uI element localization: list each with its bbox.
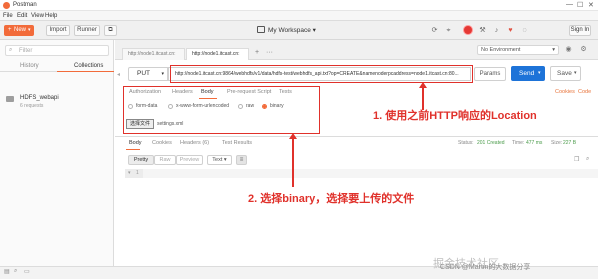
response-tab-headers[interactable]: Headers (6) <box>180 140 209 146</box>
menu-file[interactable]: File <box>3 13 13 19</box>
code-link[interactable]: Code <box>578 89 591 95</box>
menu-help[interactable]: Help <box>45 13 57 19</box>
save-button-label: Save <box>557 70 572 77</box>
request-tab-1-label: http://node1.itcast.cn: <box>128 51 176 57</box>
environment-select[interactable]: No Environment ▾ <box>477 45 559 55</box>
response-tab-test-results[interactable]: Test Results <box>222 140 252 146</box>
chevron-down-icon: ▾ <box>574 70 577 76</box>
size-label: Size: <box>551 140 563 146</box>
menu-bar: File Edit View Help <box>0 11 598 21</box>
close-icon[interactable]: ✕ <box>588 1 594 9</box>
search-icon: ⌕ <box>9 47 13 53</box>
wrench-icon[interactable]: ⚒ <box>478 26 487 35</box>
chevron-down-icon: ▾ <box>161 71 164 77</box>
environment-selected: No Environment <box>481 47 521 53</box>
tab-history[interactable]: History <box>20 63 39 69</box>
heart-icon[interactable]: ♥ <box>506 26 515 35</box>
filter-placeholder: Filter <box>19 48 33 54</box>
sync-status-icon[interactable]: ◌ <box>520 26 529 35</box>
params-button[interactable]: Params <box>474 67 506 81</box>
annotation-arrow-line <box>292 138 294 187</box>
status-label: Status: <box>458 140 474 146</box>
satellite-icon[interactable]: ⌖ <box>444 26 453 35</box>
url-highlight-box <box>170 65 473 83</box>
title-bar: Postman — ☐ ✕ <box>0 0 598 11</box>
copy-icon[interactable]: ❐ <box>574 156 579 163</box>
filter-input[interactable]: ⌕ Filter <box>5 45 109 56</box>
sign-in-button[interactable]: Sign In <box>569 25 591 36</box>
sidebar <box>0 40 114 279</box>
window-title: Postman <box>13 2 37 8</box>
folder-icon <box>6 96 14 102</box>
new-button-label: New <box>14 27 27 33</box>
workspace-grid-icon <box>257 26 265 33</box>
console-icon[interactable]: ▭ <box>24 268 30 275</box>
new-button[interactable]: + New ▾ <box>4 25 34 36</box>
minimize-icon[interactable]: — <box>566 1 573 8</box>
body-highlight-box <box>123 86 320 134</box>
time-value: 477 ms <box>526 140 543 146</box>
request-tab-1[interactable]: http://node1.itcast.cn: <box>122 48 185 60</box>
annotation-note-1: 1. 使用之前HTTP响应的Location <box>373 110 537 122</box>
runner-button[interactable]: Runner <box>74 25 100 36</box>
method-select[interactable]: PUT ▾ <box>128 67 168 81</box>
menu-view[interactable]: View <box>31 13 44 19</box>
import-button[interactable]: Import <box>46 25 70 36</box>
watermark-csdn: CSDN @Martin的大数据分享 <box>440 264 531 271</box>
new-window-button[interactable]: ⧉ <box>104 25 117 36</box>
format-raw-button[interactable]: Raw <box>154 155 176 165</box>
cookies-link[interactable]: Cookies <box>555 89 575 95</box>
search-icon[interactable]: ⌕ <box>586 156 589 163</box>
send-button[interactable]: Send ▾ <box>511 66 545 81</box>
editor-gutter: ▾ 1 <box>125 169 143 178</box>
response-separator <box>115 136 598 137</box>
fold-arrow-icon: ▾ <box>128 170 131 176</box>
chevron-down-icon: ▾ <box>552 47 555 53</box>
new-window-icon: ⧉ <box>108 27 113 33</box>
response-editor[interactable] <box>125 169 598 178</box>
format-preview-button[interactable]: Preview <box>176 155 203 165</box>
format-type-select[interactable]: Text ▾ <box>207 155 232 165</box>
send-button-label: Send <box>519 70 535 77</box>
status-value: 201 Created <box>477 140 505 146</box>
new-tab-plus-icon[interactable]: + <box>255 49 259 56</box>
menu-edit[interactable]: Edit <box>17 13 27 19</box>
chevron-down-icon: ▾ <box>28 27 31 33</box>
request-tab-2[interactable]: http://node1.itcast.cn: <box>186 48 249 60</box>
collapse-arrow-icon[interactable]: ◂ <box>117 71 120 78</box>
response-tab-body[interactable]: Body <box>129 140 142 146</box>
chevron-down-icon: ▾ <box>538 70 541 76</box>
line-number: 1 <box>136 170 139 176</box>
time-label: Time: <box>512 140 525 146</box>
environment-quick-look-icon[interactable]: ◉ <box>563 45 574 55</box>
format-pretty-button[interactable]: Pretty <box>128 155 154 165</box>
sync-icon[interactable]: ⟳ <box>430 26 439 35</box>
tab-collections[interactable]: Collections <box>74 63 103 69</box>
workspace-switcher[interactable]: My Workspace ▾ <box>268 26 316 34</box>
manage-environments-gear-icon[interactable]: ⚙ <box>578 45 589 55</box>
more-tabs-icon[interactable]: ··· <box>266 49 273 56</box>
plus-icon: + <box>8 27 12 33</box>
request-tab-2-label: http://node1.itcast.cn: <box>192 51 240 57</box>
record-icon[interactable] <box>463 25 473 35</box>
sidebar-toggle-icon[interactable]: ▤ <box>4 268 10 275</box>
save-button[interactable]: Save ▾ <box>550 66 581 81</box>
annotation-note-2: 2. 选择binary，选择要上传的文件 <box>248 193 415 205</box>
postman-logo-icon <box>3 2 10 9</box>
response-active-tab-indicator <box>126 149 140 150</box>
response-tab-cookies[interactable]: Cookies <box>152 140 172 146</box>
active-tab-indicator <box>57 71 114 72</box>
maximize-icon[interactable]: ☐ <box>577 1 583 9</box>
notification-bell-icon[interactable]: ♪ <box>492 26 501 35</box>
collection-request-count: 6 requests <box>20 103 44 109</box>
method-value: PUT <box>137 70 150 77</box>
find-icon[interactable]: ⌕ <box>14 268 17 275</box>
size-value: 227 B <box>563 140 577 146</box>
wrap-lines-icon[interactable]: ≡ <box>236 155 247 165</box>
collection-name[interactable]: HDFS_webapi <box>20 95 59 101</box>
